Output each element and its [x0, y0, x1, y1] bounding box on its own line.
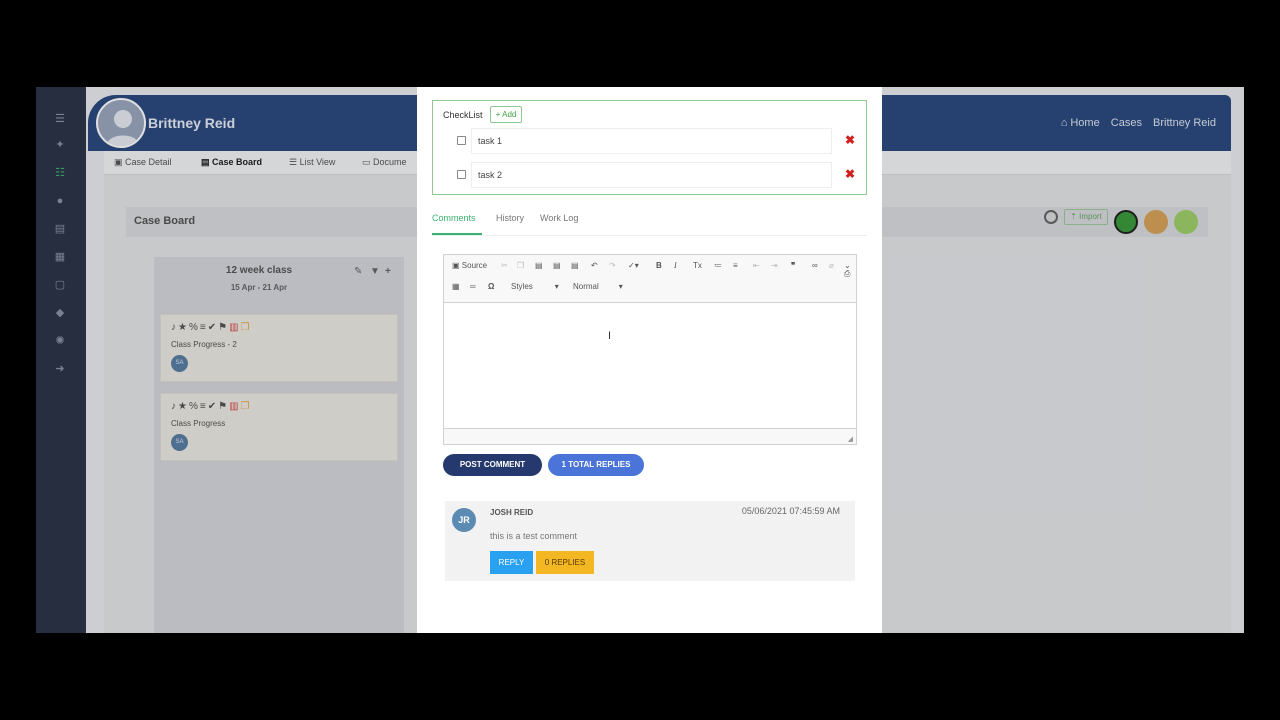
styles-dropdown[interactable]: Styles ▾ — [511, 282, 559, 291]
add-label: Add — [502, 110, 517, 119]
bulleted-list-icon[interactable]: ≡ — [733, 261, 738, 270]
comment-text: this is a test comment — [490, 531, 578, 541]
delete-task-icon[interactable]: ✖ — [845, 167, 855, 181]
tab-comments[interactable]: Comments — [432, 213, 476, 223]
commenter-avatar: JR — [452, 508, 476, 532]
active-tab-indicator — [432, 233, 482, 235]
paste-word-icon[interactable]: ▤ — [571, 261, 579, 270]
comment-tabs: Comments History Work Log — [432, 211, 867, 236]
chevron-down-icon: ▾ — [554, 282, 559, 291]
paste-text-icon[interactable]: ▤ — [553, 261, 561, 270]
task-input[interactable]: task 2 — [471, 162, 832, 188]
styles-label: Styles — [511, 282, 533, 291]
reply-button[interactable]: REPLY — [490, 551, 533, 574]
rich-text-editor: ▣ Source ✂ ❐ ▤ ▤ ▤ ↶ ↷ ✓▾ B I Tx ≔ ≡ ⇤ ⇥… — [443, 254, 857, 445]
add-task-button[interactable]: + Add — [490, 106, 522, 123]
copy-icon[interactable]: ❐ — [517, 261, 524, 270]
task-input[interactable]: task 1 — [471, 128, 832, 154]
editor-toolbar-row-1: ▣ Source ✂ ❐ ▤ ▤ ▤ ↶ ↷ ✓▾ B I Tx ≔ ≡ ⇤ ⇥… — [444, 257, 856, 278]
italic-icon[interactable]: I — [674, 261, 677, 270]
blockquote-icon[interactable]: ❞ — [791, 261, 795, 270]
indent-icon[interactable]: ⇥ — [771, 261, 778, 270]
app-window: ☰ ✦ ☷ ● ▤ ▦ ▢ ◆ ✺ ➜ Brittney Reid ⌂ Home … — [36, 87, 1244, 633]
spellcheck-icon[interactable]: ✓▾ — [628, 261, 639, 270]
format-label: Normal — [573, 282, 599, 291]
source-button[interactable]: ▣ Source — [452, 261, 487, 270]
tab-work-log[interactable]: Work Log — [540, 213, 578, 223]
checklist-item: task 1 ✖ — [455, 128, 855, 154]
unlink-icon[interactable]: ⌀ — [829, 261, 834, 270]
comment-timestamp: 05/06/2021 07:45:59 AM — [741, 506, 840, 516]
total-replies-button[interactable]: 1 TOTAL REPLIES — [548, 454, 644, 476]
delete-task-icon[interactable]: ✖ — [845, 133, 855, 147]
tab-history[interactable]: History — [496, 213, 524, 223]
checklist-title: CheckList — [443, 110, 483, 120]
post-comment-button[interactable]: POST COMMENT — [443, 454, 542, 476]
table-icon[interactable]: ▦ — [452, 282, 460, 291]
cut-icon[interactable]: ✂ — [501, 261, 508, 270]
paste-icon[interactable]: ▤ — [535, 261, 543, 270]
task-checkbox[interactable] — [457, 136, 466, 145]
task-checkbox[interactable] — [457, 170, 466, 179]
numbered-list-icon[interactable]: ≔ — [714, 261, 722, 270]
editor-content-area[interactable]: I — [444, 302, 856, 429]
text-cursor-icon: I — [608, 330, 612, 342]
editor-toolbar-row-2: ▦ ═ Ω Styles ▾ Normal ▾ — [444, 278, 856, 298]
replies-count-button[interactable]: 0 REPLIES — [536, 551, 594, 574]
remove-format-icon[interactable]: Tx — [693, 261, 702, 270]
outdent-icon[interactable]: ⇤ — [753, 261, 760, 270]
comment-item: JR JOSH REID 05/06/2021 07:45:59 AM this… — [445, 501, 855, 581]
bold-icon[interactable]: B — [656, 261, 662, 270]
special-char-icon[interactable]: Ω — [488, 282, 494, 291]
source-label: Source — [461, 261, 488, 270]
undo-icon[interactable]: ↶ — [591, 261, 598, 270]
checklist-panel: CheckList + Add task 1 ✖ task 2 ✖ — [432, 100, 867, 195]
checklist-item: task 2 ✖ — [455, 162, 855, 188]
redo-icon[interactable]: ↷ — [609, 261, 616, 270]
format-dropdown[interactable]: Normal ▾ — [573, 282, 623, 291]
comment-author: JOSH REID — [490, 508, 534, 517]
link-icon[interactable]: ∞ — [812, 261, 818, 270]
horizontal-line-icon[interactable]: ═ — [470, 282, 476, 291]
card-detail-modal: CheckList + Add task 1 ✖ task 2 ✖ Commen… — [417, 87, 882, 633]
chevron-down-icon: ▾ — [618, 282, 623, 291]
resize-handle-icon[interactable]: ◢ — [848, 435, 853, 443]
